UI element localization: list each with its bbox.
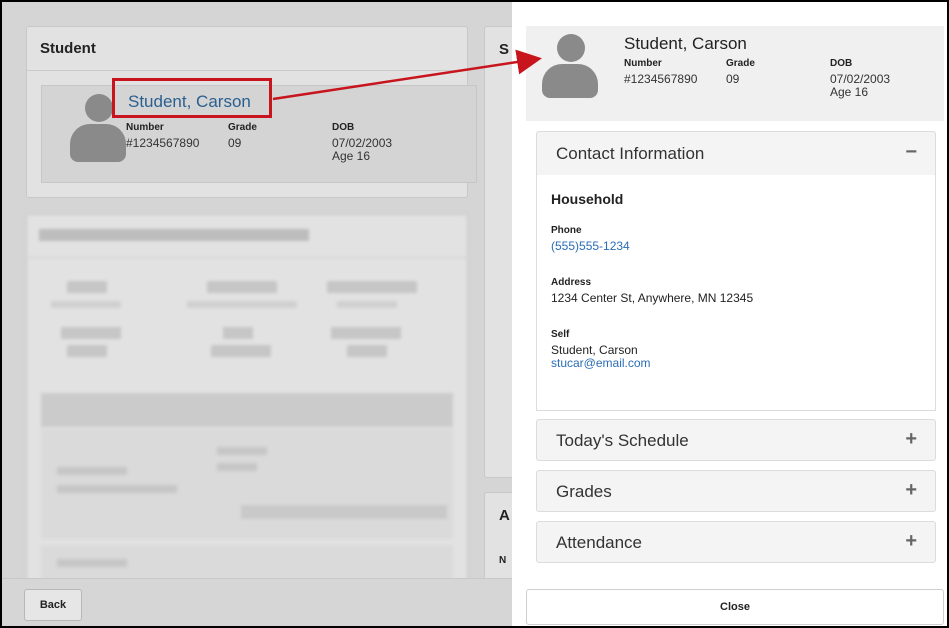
- collapse-icon[interactable]: −: [905, 141, 917, 164]
- self-label: Self: [551, 329, 570, 340]
- todays-schedule-title: Today's Schedule: [556, 431, 689, 450]
- student-detail-panel: Student, Carson Number #1234567890 Grade…: [512, 2, 947, 626]
- third-card-row: N: [499, 555, 507, 566]
- number-label: Number: [126, 122, 164, 133]
- expand-icon[interactable]: +: [905, 479, 917, 502]
- panel-student-name: Student, Carson: [624, 34, 747, 53]
- contact-information-title: Contact Information: [556, 144, 705, 163]
- phone-label: Phone: [551, 225, 582, 236]
- self-email-link[interactable]: stucar@email.com: [551, 356, 651, 370]
- self-name: Student, Carson: [551, 343, 638, 357]
- highlight-box: [112, 78, 272, 118]
- close-button[interactable]: Close: [526, 589, 944, 625]
- attendance-title: Attendance: [556, 533, 643, 552]
- phone-link[interactable]: (555)555-1234: [551, 239, 630, 253]
- panel-age-value: Age 16: [830, 85, 869, 99]
- grades-section[interactable]: Grades +: [536, 470, 936, 512]
- todays-schedule-section[interactable]: Today's Schedule +: [536, 419, 936, 461]
- student-card-title: Student: [27, 27, 467, 71]
- panel-avatar-icon: [542, 34, 598, 98]
- expand-icon[interactable]: +: [905, 428, 917, 451]
- grade-value: 09: [228, 136, 242, 150]
- panel-dob-value: 07/02/2003: [830, 72, 891, 86]
- second-card-title: S: [499, 41, 510, 58]
- panel-grade-value: 09: [726, 72, 740, 86]
- panel-student-header: Student, Carson Number #1234567890 Grade…: [526, 26, 944, 121]
- panel-dob-label: DOB: [830, 58, 853, 69]
- attendance-section[interactable]: Attendance +: [536, 521, 936, 563]
- screenshot-frame: Student Student, Carson Number #12345678…: [0, 0, 949, 628]
- number-value: #1234567890: [126, 136, 200, 150]
- grades-title: Grades: [556, 482, 612, 501]
- contact-information-body: Household Phone (555)555-1234 Address 12…: [536, 175, 936, 411]
- grade-label: Grade: [228, 122, 257, 133]
- panel-number-value: #1234567890: [624, 72, 698, 86]
- expand-icon[interactable]: +: [905, 530, 917, 553]
- age-value: Age 16: [332, 149, 371, 163]
- dob-value: 07/02/2003: [332, 136, 393, 150]
- dob-label: DOB: [332, 122, 355, 133]
- background-footer: Back: [2, 578, 512, 626]
- third-card-title: A: [499, 507, 510, 524]
- contact-information-section[interactable]: Contact Information −: [536, 131, 936, 176]
- address-value: 1234 Center St, Anywhere, MN 12345: [551, 291, 754, 305]
- household-title: Household: [551, 191, 624, 207]
- panel-grade-label: Grade: [726, 58, 755, 69]
- address-label: Address: [551, 277, 592, 288]
- panel-number-label: Number: [624, 58, 662, 69]
- back-button[interactable]: Back: [24, 589, 82, 621]
- in-progress-grades-card: [26, 214, 468, 594]
